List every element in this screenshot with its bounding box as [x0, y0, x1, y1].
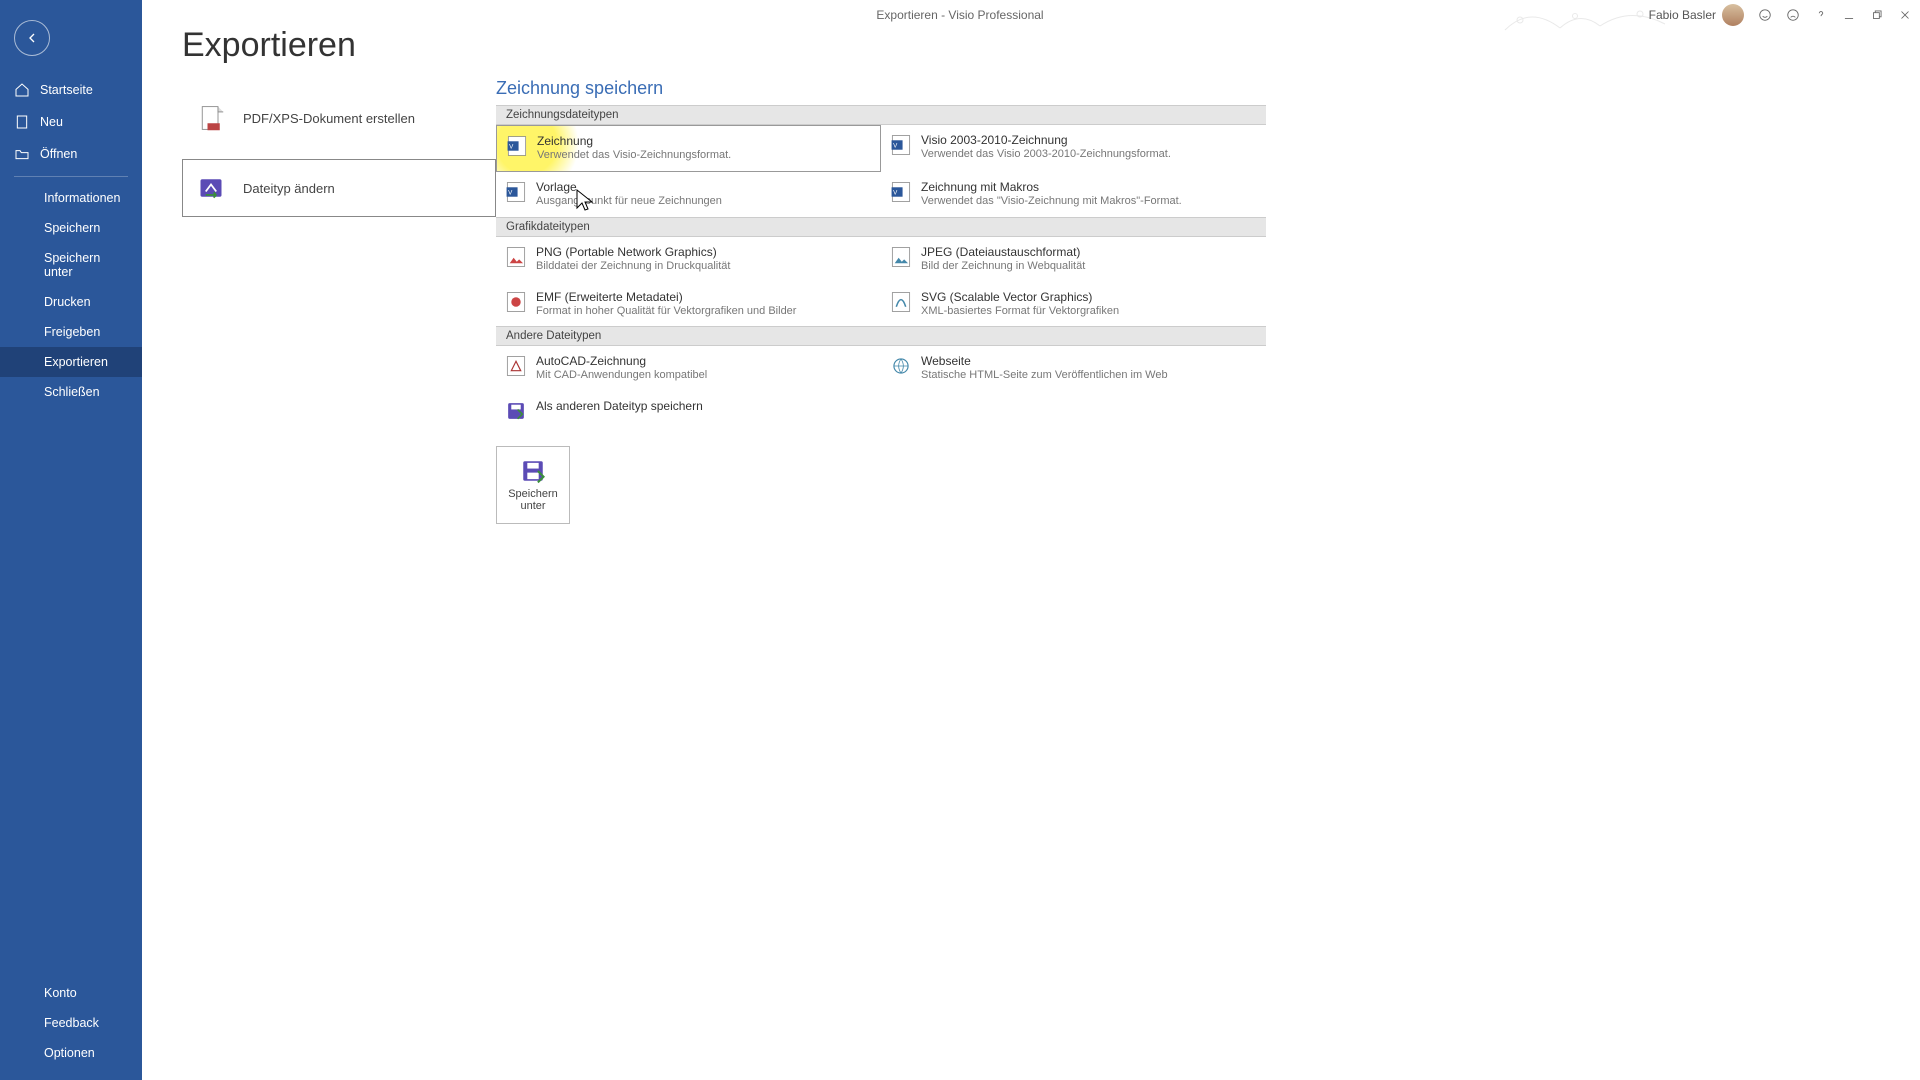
- filetype-png[interactable]: PNG (Portable Network Graphics)Bilddatei…: [496, 237, 881, 282]
- sidebar-item-label: Startseite: [40, 83, 93, 97]
- sidebar-item-label: Speichern: [44, 221, 100, 235]
- sidebar-item-label: Speichern unter: [44, 251, 128, 279]
- sidebar-item-label: Feedback: [44, 1016, 99, 1030]
- sidebar-item-label: Informationen: [44, 191, 120, 205]
- filetype-title: Vorlage: [536, 180, 722, 194]
- sidebar-item-freigeben[interactable]: Freigeben: [0, 317, 142, 347]
- filetype-webseite[interactable]: WebseiteStatische HTML-Seite zum Veröffe…: [881, 346, 1266, 391]
- filetype-zeichnung[interactable]: V ZeichnungVerwendet das Visio-Zeichnung…: [496, 125, 881, 172]
- sidebar-item-speichern[interactable]: Speichern: [0, 213, 142, 243]
- main-area: Exportieren PDF/XPS-Dokument erstellen D…: [142, 0, 1920, 1080]
- sidebar-item-oeffnen[interactable]: Öffnen: [0, 138, 142, 170]
- sidebar-item-label: Konto: [44, 986, 77, 1000]
- filetype-visio-2003-2010[interactable]: V Visio 2003-2010-ZeichnungVerwendet das…: [881, 125, 1266, 172]
- filetype-emf[interactable]: EMF (Erweiterte Metadatei)Format in hohe…: [496, 282, 881, 327]
- svg-icon: [891, 291, 911, 313]
- sidebar-item-optionen[interactable]: Optionen: [0, 1038, 142, 1068]
- sidebar-item-exportieren[interactable]: Exportieren: [0, 347, 142, 377]
- pdf-icon: [197, 104, 225, 132]
- sidebar-item-schliessen[interactable]: Schließen: [0, 377, 142, 407]
- export-option-label: Dateityp ändern: [243, 181, 335, 196]
- autocad-icon: [506, 355, 526, 377]
- home-icon: [14, 82, 30, 98]
- visio-file-icon: V: [891, 134, 911, 156]
- save-as-button[interactable]: Speichern unter: [496, 446, 570, 524]
- sidebar-item-label: Exportieren: [44, 355, 108, 369]
- filetype-autocad[interactable]: AutoCAD-ZeichnungMit CAD-Anwendungen kom…: [496, 346, 881, 391]
- filetype-desc: Ausgangspunkt für neue Zeichnungen: [536, 194, 722, 209]
- save-as-large-icon: [520, 458, 546, 484]
- visio-file-icon: V: [507, 135, 527, 157]
- export-option-pdf[interactable]: PDF/XPS-Dokument erstellen: [182, 89, 496, 147]
- export-option-label: PDF/XPS-Dokument erstellen: [243, 111, 415, 126]
- filetype-title: JPEG (Dateiaustauschformat): [921, 245, 1085, 259]
- filetype-makros[interactable]: V Zeichnung mit MakrosVerwendet das "Vis…: [881, 172, 1266, 217]
- visio-template-icon: V: [506, 181, 526, 203]
- sidebar-item-neu[interactable]: Neu: [0, 106, 142, 138]
- filetype-desc: XML-basiertes Format für Vektorgrafiken: [921, 304, 1119, 319]
- filetype-title: Webseite: [921, 354, 1168, 368]
- filetype-title: EMF (Erweiterte Metadatei): [536, 290, 796, 304]
- filetype-desc: Statische HTML-Seite zum Veröffentlichen…: [921, 368, 1168, 383]
- filetype-title: Als anderen Dateityp speichern: [536, 399, 703, 413]
- filetype-desc: Bild der Zeichnung in Webqualität: [921, 259, 1085, 274]
- filetype-desc: Verwendet das "Visio-Zeichnung mit Makro…: [921, 194, 1182, 209]
- sidebar-item-label: Optionen: [44, 1046, 95, 1060]
- png-icon: [506, 246, 526, 268]
- section-andere-dateitypen: Andere Dateitypen: [496, 326, 1266, 346]
- sidebar-item-speichern-unter[interactable]: Speichern unter: [0, 243, 142, 287]
- filetype-title: Visio 2003-2010-Zeichnung: [921, 133, 1171, 147]
- filetype-desc: Format in hoher Qualität für Vektorgrafi…: [536, 304, 796, 319]
- filetype-jpeg[interactable]: JPEG (Dateiaustauschformat)Bild der Zeic…: [881, 237, 1266, 282]
- web-icon: [891, 355, 911, 377]
- filetype-desc: Verwendet das Visio 2003-2010-Zeichnungs…: [921, 147, 1171, 162]
- sidebar-item-drucken[interactable]: Drucken: [0, 287, 142, 317]
- new-icon: [14, 114, 30, 130]
- emf-icon: [506, 291, 526, 313]
- sidebar-item-konto[interactable]: Konto: [0, 978, 142, 1008]
- sidebar-item-startseite[interactable]: Startseite: [0, 74, 142, 106]
- filetype-title: Zeichnung: [537, 134, 731, 148]
- visio-macro-icon: V: [891, 181, 911, 203]
- sidebar-item-label: Schließen: [44, 385, 100, 399]
- backstage-sidebar: Startseite Neu Öffnen Informationen Spei…: [0, 0, 142, 1080]
- sidebar-item-informationen[interactable]: Informationen: [0, 183, 142, 213]
- sidebar-item-label: Öffnen: [40, 147, 77, 161]
- filetype-desc: Bilddatei der Zeichnung in Druckqualität: [536, 259, 730, 274]
- section-grafikdateitypen: Grafikdateitypen: [496, 217, 1266, 237]
- filetype-desc: Mit CAD-Anwendungen kompatibel: [536, 368, 707, 383]
- filetype-title: SVG (Scalable Vector Graphics): [921, 290, 1119, 304]
- sidebar-item-label: Drucken: [44, 295, 91, 309]
- page-title: Exportieren: [182, 26, 1880, 65]
- filetype-svg[interactable]: SVG (Scalable Vector Graphics)XML-basier…: [881, 282, 1266, 327]
- filetype-panel: Zeichnung speichern Zeichnungsdateitypen…: [496, 78, 1266, 524]
- filetype-title: Zeichnung mit Makros: [921, 180, 1182, 194]
- back-button[interactable]: [14, 20, 50, 56]
- sidebar-item-label: Neu: [40, 115, 63, 129]
- save-as-label: Speichern unter: [497, 488, 569, 512]
- open-icon: [14, 146, 30, 162]
- jpeg-icon: [891, 246, 911, 268]
- sidebar-divider: [14, 176, 128, 177]
- panel-title: Zeichnung speichern: [496, 78, 1266, 99]
- sidebar-item-feedback[interactable]: Feedback: [0, 1008, 142, 1038]
- save-as-icon: [506, 400, 526, 422]
- change-type-icon: [197, 174, 225, 202]
- filetype-title: AutoCAD-Zeichnung: [536, 354, 707, 368]
- sidebar-item-label: Freigeben: [44, 325, 100, 339]
- section-zeichnungsdateitypen: Zeichnungsdateitypen: [496, 105, 1266, 125]
- export-option-change-type[interactable]: Dateityp ändern: [182, 159, 496, 217]
- filetype-desc: Verwendet das Visio-Zeichnungsformat.: [537, 148, 731, 163]
- filetype-title: PNG (Portable Network Graphics): [536, 245, 730, 259]
- filetype-vorlage[interactable]: V VorlageAusgangspunkt für neue Zeichnun…: [496, 172, 881, 217]
- filetype-anderer[interactable]: Als anderen Dateityp speichern: [496, 391, 881, 430]
